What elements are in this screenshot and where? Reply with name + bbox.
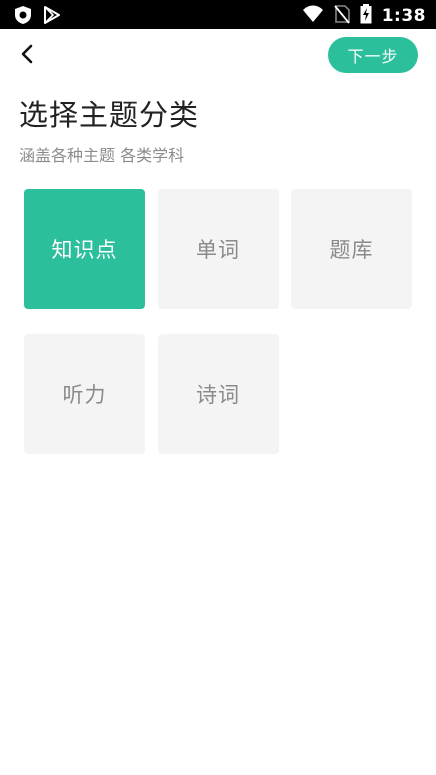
status-bar: 1:38 [0, 0, 436, 29]
status-time: 1:38 [381, 6, 426, 26]
category-tile-knowledge[interactable]: 知识点 [24, 189, 145, 309]
next-step-button[interactable]: 下一步 [328, 37, 418, 73]
chevron-left-icon [20, 43, 34, 69]
category-tile-question-bank[interactable]: 题库 [291, 189, 412, 309]
wifi-icon [302, 5, 324, 27]
back-button[interactable] [10, 39, 44, 73]
category-tile-words[interactable]: 单词 [157, 189, 279, 309]
category-tile-listening[interactable]: 听力 [24, 334, 145, 454]
play-store-icon [44, 6, 60, 28]
no-sim-icon [334, 4, 350, 28]
status-bar-left [14, 5, 60, 29]
page-subtitle: 涵盖各种主题 各类学科 [19, 146, 185, 165]
page-title: 选择主题分类 [19, 98, 200, 132]
shield-app-icon [14, 5, 32, 29]
category-tile-poetry[interactable]: 诗词 [157, 334, 279, 454]
category-grid: 知识点 单词 题库 听力 诗词 [24, 189, 412, 454]
status-bar-right: 1:38 [302, 4, 426, 28]
top-bar: 下一步 [0, 29, 436, 85]
battery-charging-icon [360, 4, 372, 28]
